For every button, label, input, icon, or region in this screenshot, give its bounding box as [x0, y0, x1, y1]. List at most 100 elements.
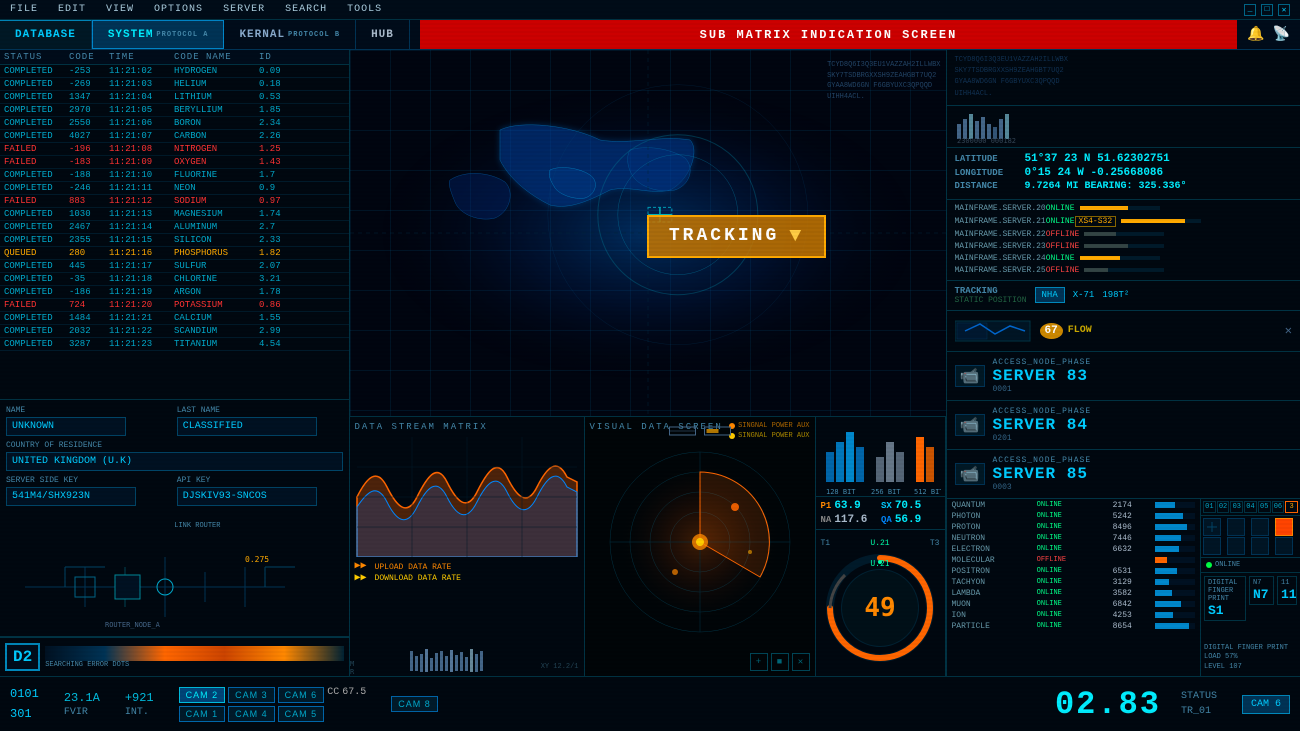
cell-status: COMPLETED — [4, 66, 69, 76]
cell-name: NITROGEN — [174, 144, 259, 154]
cam3-button[interactable]: CAM 3 — [228, 687, 275, 703]
country-input[interactable] — [6, 452, 343, 471]
name-input[interactable] — [6, 417, 126, 436]
telemetry-3: GYAA8WD6GN F6GBYUXC3QPQQD — [827, 81, 940, 92]
cell-code: -186 — [69, 287, 109, 297]
eleven-footer: LEVEL 107 — [1204, 663, 1297, 673]
server-status: ONLINE — [1046, 204, 1075, 213]
visual-btn-3[interactable]: ✕ — [792, 653, 810, 671]
maximize-button[interactable]: □ — [1261, 4, 1273, 16]
server-row: MAINFRAME.SERVER.24 ONLINE — [955, 253, 1293, 264]
particle-row: PROTON ONLINE 8496 — [952, 523, 1196, 532]
cell-id: 1.43 — [259, 157, 299, 167]
particle-row: MUON ONLINE 6842 — [952, 600, 1196, 609]
menu-options[interactable]: OPTIONS — [154, 4, 203, 15]
keys-row: SERVER SIDE KEY API KEY — [6, 476, 343, 506]
cc-label: CC — [327, 687, 339, 703]
cell-status: COMPLETED — [4, 79, 69, 89]
cam6-row1-button[interactable]: CAM 6 — [278, 687, 325, 703]
particle-bar-container — [1155, 535, 1195, 541]
tab-kernal[interactable]: KERNAL PROTOCOL B — [224, 20, 356, 49]
particle-name: MUON — [952, 600, 1017, 609]
lastname-input[interactable] — [177, 417, 317, 436]
server-bar — [1084, 244, 1128, 248]
val-fvir: FVIR — [64, 707, 100, 718]
particle-list: QUANTUM ONLINE 2174 PHOTON ONLINE 5242 P… — [947, 499, 1201, 676]
cam4-button[interactable]: CAM 4 — [228, 706, 275, 722]
flow-close-button[interactable]: ✕ — [1285, 323, 1292, 338]
right-mini-charts: 2300000 000182 — [947, 106, 1300, 148]
camera-icon-85: 📹 — [955, 463, 985, 485]
top-nav: DATABASE SYSTEM PROTOCOL A KERNAL PROTOC… — [0, 20, 1300, 50]
col-name: CODE NAME — [174, 52, 259, 62]
particle-row: PHOTON ONLINE 5242 — [952, 512, 1196, 521]
cell-time: 11:21:20 — [109, 300, 174, 310]
cell-name: OXYGEN — [174, 157, 259, 167]
menu-file[interactable]: FILE — [10, 4, 38, 15]
particle-val: 8496 — [1097, 523, 1132, 532]
particle-status: ONLINE — [1037, 534, 1077, 542]
status-info: STATUS TR_01 — [1181, 689, 1217, 719]
col-time: TIME — [109, 52, 174, 62]
cam1-button[interactable]: CAM 1 — [179, 706, 226, 722]
cam6-badge[interactable]: CAM 6 — [1242, 695, 1290, 714]
cell-id: 2.34 — [259, 118, 299, 128]
visual-btn-1[interactable]: + — [750, 653, 768, 671]
particle-val: 6632 — [1097, 545, 1132, 554]
col-id: ID — [259, 52, 299, 62]
cell-code: -253 — [69, 66, 109, 76]
particle-status: ONLINE — [1037, 512, 1077, 520]
particle-status: OFFLINE — [1037, 556, 1077, 564]
table-row: COMPLETED -188 11:21:10 FLUORINE 1.7 — [0, 169, 349, 182]
menu-search[interactable]: SEARCH — [285, 4, 327, 15]
menu-tools[interactable]: TOOLS — [347, 4, 382, 15]
cell-id: 0.97 — [259, 196, 299, 206]
raw-1: TCYD8Q6I3Q3EU1VAZZAH2ILLWBX — [955, 55, 1293, 66]
minimize-button[interactable]: _ — [1244, 4, 1256, 16]
visual-btn-2[interactable]: ■ — [771, 653, 789, 671]
cell-code: 2032 — [69, 326, 109, 336]
menu-view[interactable]: VIEW — [106, 4, 134, 15]
thumb-7 — [1251, 537, 1269, 555]
table-row: COMPLETED 2032 11:21:22 SCANDIUM 2.99 — [0, 325, 349, 338]
server-row: MAINFRAME.SERVER.20 ONLINE — [955, 203, 1293, 214]
cell-time: 11:21:15 — [109, 235, 174, 245]
cell-id: 2.7 — [259, 222, 299, 232]
table-row: COMPLETED -269 11:21:03 HELIUM 0.18 — [0, 78, 349, 91]
raw-2: SKY7TSDBRGXXSH9ZEAHGBT7UQ2 — [955, 66, 1293, 77]
cam8-button[interactable]: CAM 8 — [391, 696, 438, 712]
t1-t3-labels: T1 U.21 T3 — [816, 539, 945, 548]
particle-bar — [1155, 502, 1175, 508]
particle-status: ONLINE — [1037, 622, 1077, 630]
close-button[interactable]: ✕ — [1278, 4, 1290, 16]
cam2-button[interactable]: CAM 2 — [179, 687, 226, 703]
server-bar — [1080, 256, 1120, 260]
node-84-phase: ACCESS_NODE_PHASE — [993, 407, 1293, 416]
tab-hub[interactable]: HUB — [356, 20, 410, 49]
menu-edit[interactable]: EDIT — [58, 4, 86, 15]
api-key-input[interactable] — [177, 487, 317, 506]
particle-val: 6842 — [1097, 600, 1132, 609]
server-key-input[interactable] — [6, 487, 136, 506]
big-number: 02.83 — [1055, 686, 1161, 723]
cell-code: 2550 — [69, 118, 109, 128]
tracking-nha-button[interactable]: NHA — [1035, 287, 1065, 303]
access-node-84: 📹 ACCESS_NODE_PHASE SERVER 84 0201 — [947, 401, 1300, 450]
cell-id: 2.07 — [259, 261, 299, 271]
cam-buttons-group: CAM 2 CAM 3 CAM 6 CC 67.5 CAM 1 CAM 4 CA… — [179, 687, 367, 722]
table-row: COMPLETED 4027 11:21:07 CARBON 2.26 — [0, 130, 349, 143]
cell-time: 11:21:10 — [109, 170, 174, 180]
particle-val: 6531 — [1097, 567, 1132, 576]
menu-server[interactable]: SERVER — [223, 4, 265, 15]
tab-system[interactable]: SYSTEM PROTOCOL A — [92, 20, 225, 49]
name-label: NAME — [6, 406, 172, 415]
particle-bar — [1155, 557, 1167, 563]
cam5-button[interactable]: CAM 5 — [278, 706, 325, 722]
sx-value: 70.5 — [895, 500, 921, 512]
server-key-label: SERVER SIDE KEY — [6, 476, 172, 485]
cell-id: 1.7 — [259, 170, 299, 180]
bell-icon[interactable]: 🔔 — [1247, 26, 1264, 43]
tab-database[interactable]: DATABASE — [0, 20, 92, 49]
particle-row: POSITRON ONLINE 6531 — [952, 567, 1196, 576]
node-83-phase: ACCESS_NODE_PHASE — [993, 358, 1293, 367]
